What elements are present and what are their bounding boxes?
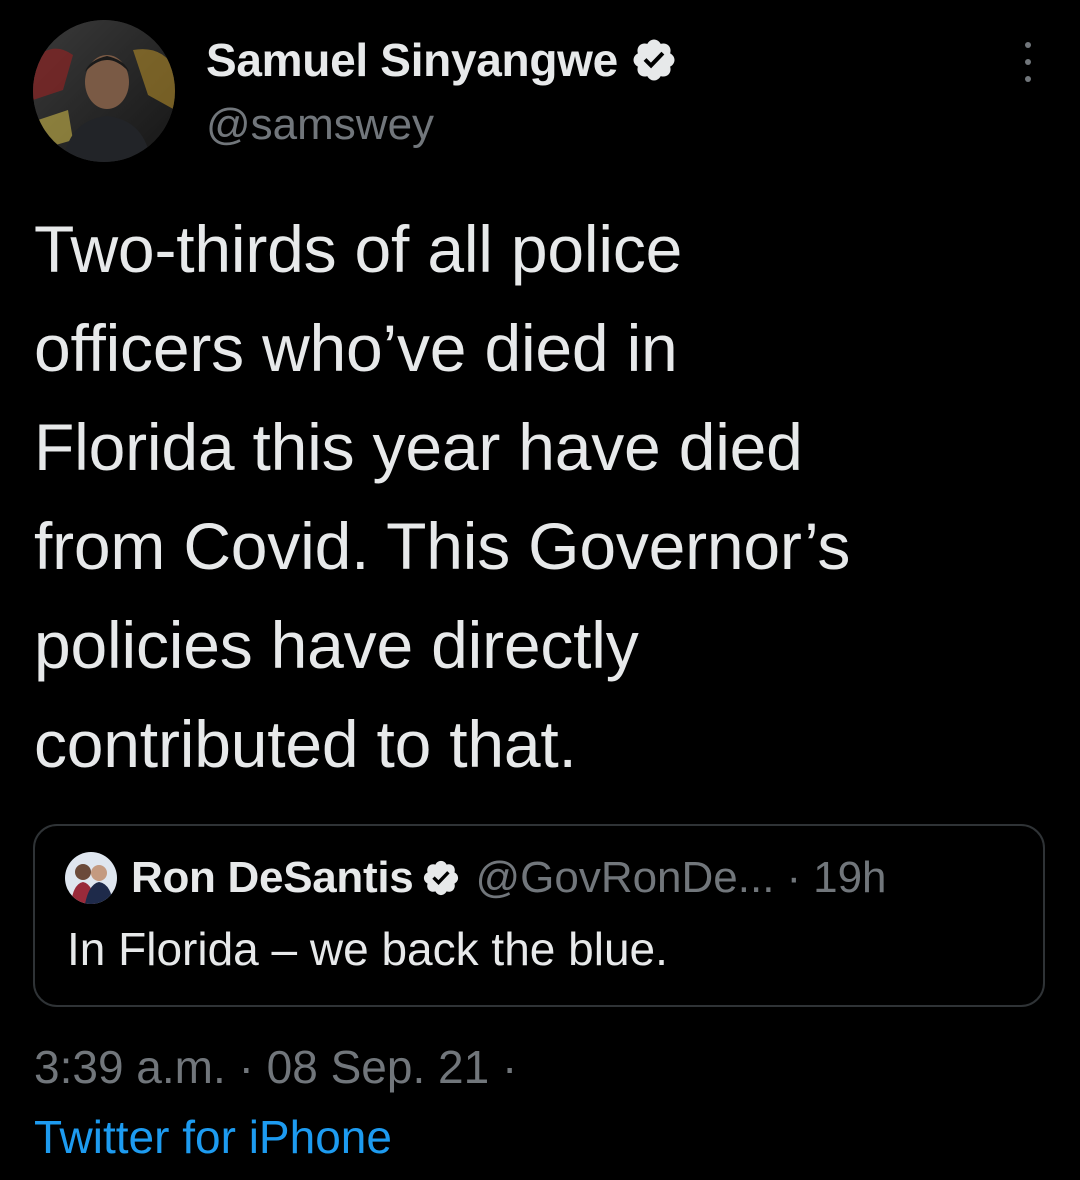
author-name-row: Samuel Sinyangwe [206,28,678,92]
separator-dot: · [786,853,802,902]
separator-dot-char: · [501,1041,518,1093]
quoted-author-name: Ron DeSantis [131,853,414,902]
quoted-tweet-time: 19h [813,853,887,902]
quoted-author-avatar [65,852,117,904]
tweet-text: Two-thirds of all police officers who’ve… [34,212,851,781]
more-vertical-icon[interactable] [1018,42,1038,82]
quoted-tweet-text: In Florida – we back the blue. [67,923,668,975]
author-avatar[interactable] [33,20,175,162]
avatar-image [33,20,175,162]
quoted-tweet-header: Ron DeSantis @GovRonDe... · 19h [65,848,887,908]
quoted-author-handle: @GovRonDe... [475,853,775,902]
more-dot [1025,76,1031,82]
more-dot [1025,59,1031,65]
tweet: Samuel Sinyangwe @samswey Two-thirds of … [0,0,1080,1180]
tweet-source-link[interactable]: Twitter for iPhone [34,1110,392,1164]
separator-dot: · [502,1041,517,1093]
tweet-meta: 3:39 a.m. · 08 Sep. 21 · [34,1040,517,1094]
quoted-tweet-card[interactable]: Ron DeSantis @GovRonDe... · 19h In Flori… [33,824,1045,1007]
verified-badge-icon [633,39,675,81]
tweet-date[interactable]: 08 Sep. 21 [267,1041,490,1093]
separator-dot: · [239,1041,267,1093]
quoted-avatar-image [65,852,117,904]
author-name[interactable]: Samuel Sinyangwe [206,33,618,87]
more-dot [1025,42,1031,48]
tweet-time[interactable]: 3:39 a.m. [34,1041,226,1093]
verified-badge-icon [424,860,459,896]
author-handle[interactable]: @samswey [206,100,434,150]
separator-dot-char: · [238,1041,254,1093]
